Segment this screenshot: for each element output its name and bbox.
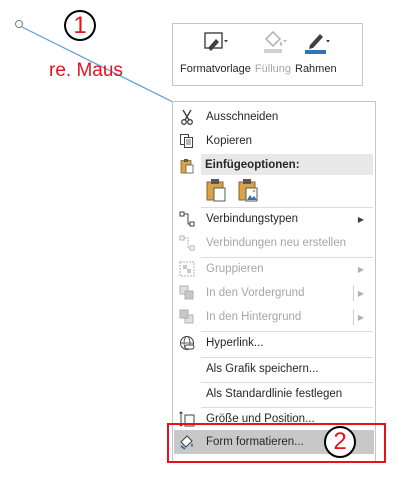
annotation-marker-2: 2 <box>324 426 356 458</box>
paste-as-picture-icon[interactable] <box>237 178 259 207</box>
fill-button[interactable]: Füllung <box>255 30 291 75</box>
fill-label: Füllung <box>254 63 291 75</box>
menu-item-reroute-connectors[interactable]: Verbindungen neu erstellen <box>174 231 374 255</box>
paste-options <box>205 178 259 207</box>
submenu-arrow-icon: ▶ <box>357 264 364 274</box>
send-backward-icon <box>179 309 195 325</box>
format-style-button[interactable]: Formatvorlage <box>180 30 251 75</box>
submenu-arrow-icon: ▶ <box>357 312 364 322</box>
split-divider <box>353 309 354 325</box>
mini-toolbar: Formatvorlage Füllung Rahmen <box>172 23 363 86</box>
menu-item-label: Gruppieren <box>206 263 264 275</box>
submenu-arrow-icon: ▶ <box>357 214 364 224</box>
hyperlink-icon <box>179 335 195 351</box>
paste-options-icon-cell <box>174 154 200 178</box>
menu-item-label: Als Grafik speichern... <box>206 363 319 375</box>
menu-item-save-as-picture[interactable]: Als Grafik speichern... <box>174 357 374 381</box>
outline-button[interactable]: Rahmen <box>295 30 337 75</box>
menu-item-label: In den Vordergrund <box>206 287 305 299</box>
context-menu: Ausschneiden Kopieren Einfügeoptionen: V… <box>172 101 376 463</box>
menu-item-bring-forward[interactable]: In den Vordergrund ▶ <box>174 281 374 305</box>
menu-item-label: Verbindungstypen <box>206 213 299 225</box>
annotation-number-2: 2 <box>333 428 347 455</box>
menu-item-label: Ausschneiden <box>206 111 279 123</box>
format-style-label: Formatvorlage <box>180 63 251 75</box>
fill-bucket-icon <box>258 30 288 56</box>
paste-options-header: Einfügeoptionen: <box>201 154 373 175</box>
clipboard-icon <box>179 158 195 174</box>
menu-item-label: Kopieren <box>206 135 253 147</box>
menu-item-label: Als Standardlinie festlegen <box>206 388 343 400</box>
menu-item-connector-types[interactable]: Verbindungstypen ▶ <box>174 207 374 231</box>
bring-forward-icon <box>179 285 195 301</box>
scissors-icon <box>179 109 195 125</box>
menu-item-send-backward[interactable]: In den Hintergrund ▶ <box>174 305 374 329</box>
connector-handle[interactable] <box>15 20 23 28</box>
paste-keep-format-icon[interactable] <box>205 178 227 207</box>
group-icon <box>179 261 195 277</box>
pen-outline-icon <box>301 30 331 56</box>
reroute-connector-icon <box>179 235 195 251</box>
menu-item-label: Hyperlink... <box>206 337 264 349</box>
menu-item-label: In den Hintergrund <box>206 311 302 323</box>
annotation-number-1: 1 <box>73 11 87 39</box>
menu-item-cut[interactable]: Ausschneiden <box>174 105 374 129</box>
menu-item-group[interactable]: Gruppieren ▶ <box>174 257 374 281</box>
menu-item-hyperlink[interactable]: Hyperlink... <box>174 331 374 355</box>
shape-style-icon <box>200 30 230 56</box>
outline-label: Rahmen <box>295 63 337 75</box>
menu-item-set-default-line[interactable]: Als Standardlinie festlegen <box>174 382 374 406</box>
connector-type-icon <box>179 211 195 227</box>
menu-item-label: Verbindungen neu erstellen <box>206 237 347 249</box>
menu-item-copy[interactable]: Kopieren <box>174 129 374 153</box>
split-divider <box>353 285 354 301</box>
annotation-marker-1: 1 <box>64 10 96 41</box>
copy-icon <box>179 133 195 149</box>
annotation-caption: re. Maus <box>49 60 123 81</box>
submenu-arrow-icon: ▶ <box>357 288 364 298</box>
